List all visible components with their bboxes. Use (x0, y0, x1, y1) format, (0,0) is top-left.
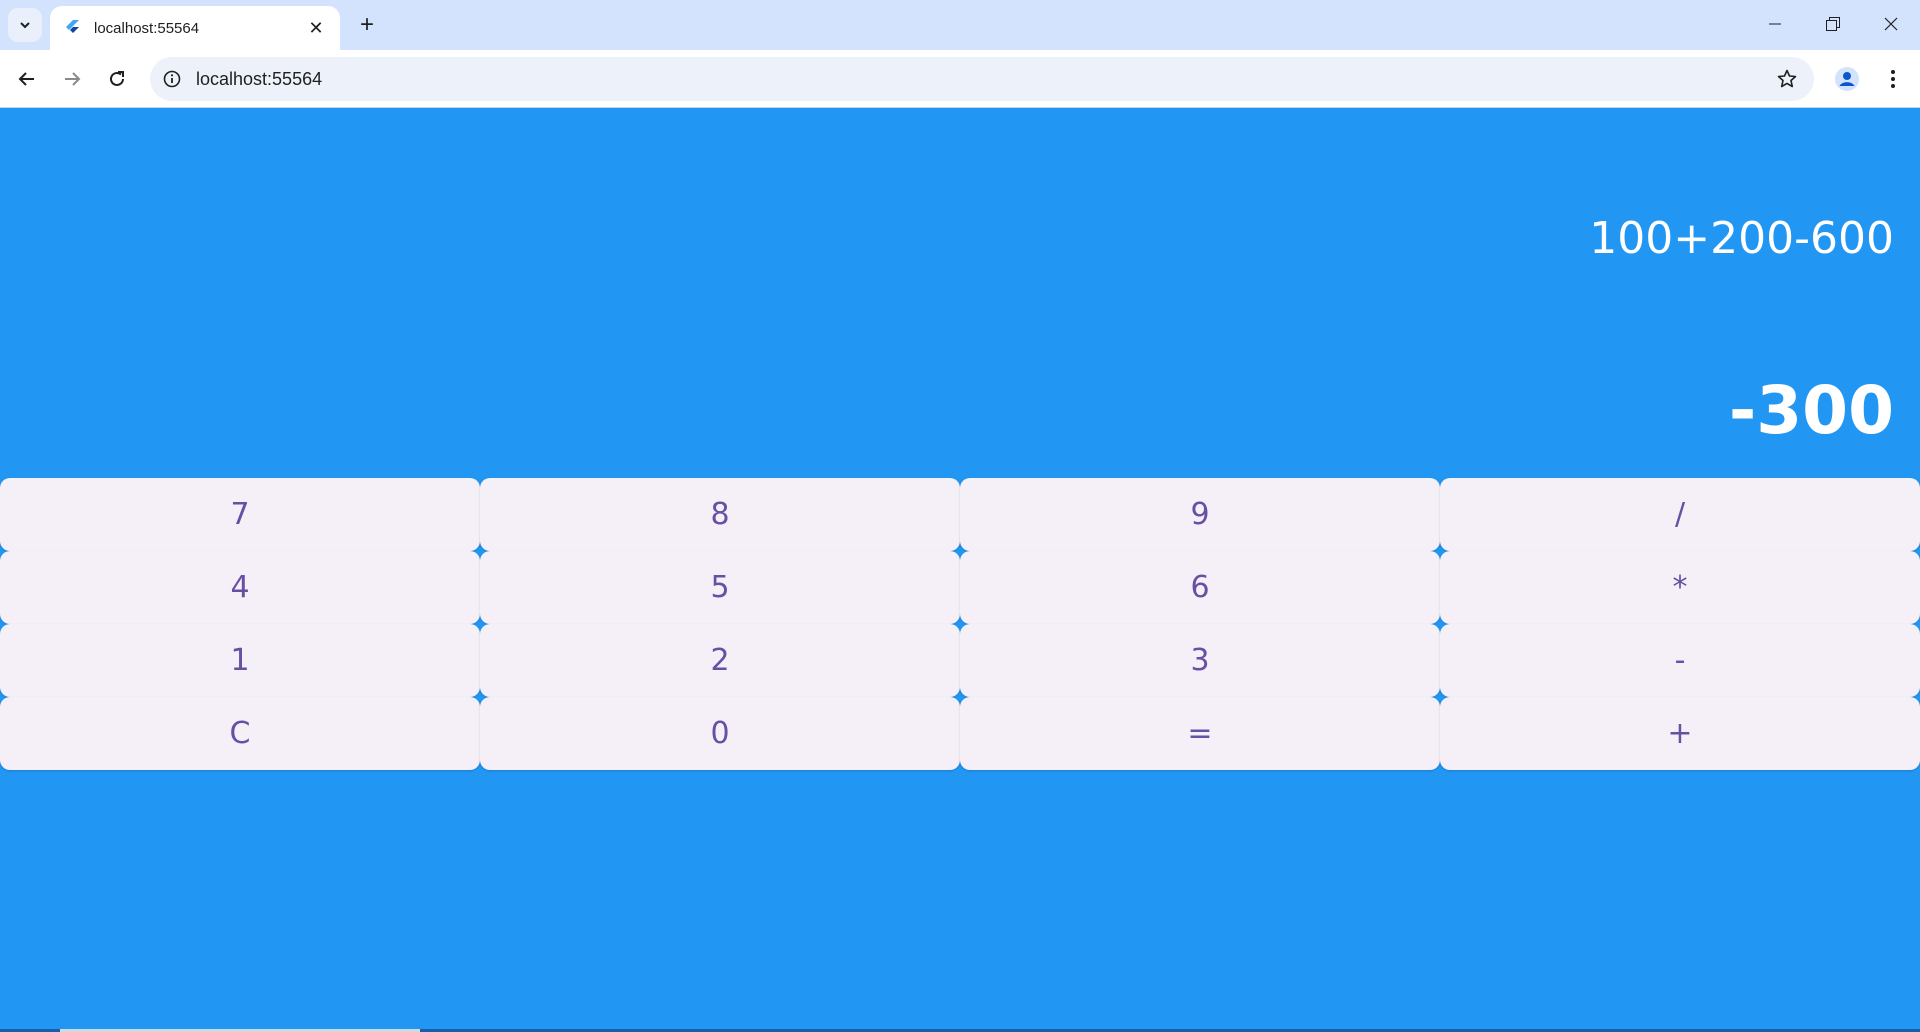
window-controls (1746, 0, 1920, 50)
browser-toolbar: localhost:55564 (0, 50, 1920, 108)
key-5[interactable]: 5 (480, 551, 960, 624)
tab-active[interactable]: localhost:55564 ✕ (50, 6, 340, 50)
tab-strip: localhost:55564 ✕ + (0, 0, 1920, 50)
kebab-menu-icon[interactable] (1876, 62, 1910, 96)
keypad: 7 8 9 / 4 5 6 * 1 2 3 - C 0 = + (0, 478, 1920, 770)
minimize-icon[interactable] (1746, 0, 1804, 48)
tab-search-button[interactable] (8, 8, 42, 42)
key-clear[interactable]: C (0, 697, 480, 770)
key-2[interactable]: 2 (480, 624, 960, 697)
address-bar[interactable]: localhost:55564 (150, 57, 1814, 101)
expression-display: 100+200-600 (1589, 213, 1894, 264)
flutter-icon (64, 20, 80, 36)
reload-icon (110, 71, 124, 86)
key-9[interactable]: 9 (960, 478, 1440, 551)
browser-chrome: localhost:55564 ✕ + localhost:55564 (0, 0, 1920, 108)
forward-button[interactable] (55, 62, 89, 96)
key-4[interactable]: 4 (0, 551, 480, 624)
calculator-app: 100+200-600 -300 7 8 9 / 4 5 6 * 1 2 3 -… (0, 108, 1920, 1032)
info-icon[interactable] (162, 69, 182, 89)
back-button[interactable] (10, 62, 44, 96)
key-multiply[interactable]: * (1440, 551, 1920, 624)
key-divide[interactable]: / (1440, 478, 1920, 551)
profile-button[interactable] (1830, 62, 1864, 96)
tab-close-icon[interactable]: ✕ (304, 16, 328, 40)
key-3[interactable]: 3 (960, 624, 1440, 697)
close-icon[interactable] (1862, 0, 1920, 48)
arrow-left-icon (18, 72, 34, 86)
key-7[interactable]: 7 (0, 478, 480, 551)
key-6[interactable]: 6 (960, 551, 1440, 624)
key-equals[interactable]: = (960, 697, 1440, 770)
person-icon (1835, 67, 1859, 91)
result-display: -300 (1728, 372, 1894, 449)
key-0[interactable]: 0 (480, 697, 960, 770)
address-text[interactable]: localhost:55564 (196, 69, 1772, 90)
new-tab-button[interactable]: + (352, 10, 382, 40)
key-1[interactable]: 1 (0, 624, 480, 697)
key-subtract[interactable]: - (1440, 624, 1920, 697)
restore-icon[interactable] (1804, 0, 1862, 48)
chevron-down-icon (20, 22, 30, 29)
key-8[interactable]: 8 (480, 478, 960, 551)
tab-title: localhost:55564 (94, 19, 200, 37)
arrow-right-icon (65, 72, 81, 86)
key-add[interactable]: + (1440, 697, 1920, 770)
star-icon[interactable] (1772, 64, 1802, 94)
reload-button[interactable] (100, 62, 134, 96)
